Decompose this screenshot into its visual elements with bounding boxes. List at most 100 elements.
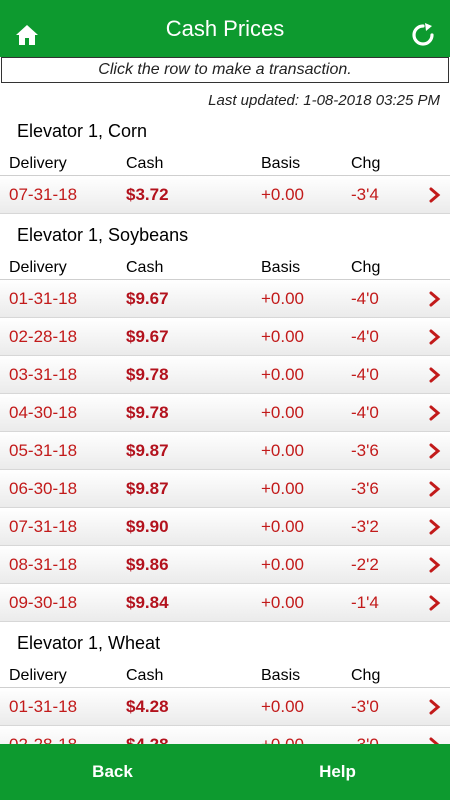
chevron-right-icon[interactable] (429, 291, 441, 307)
chevron-right-icon[interactable] (429, 405, 441, 421)
section-title: Elevator 1, Corn (17, 121, 148, 141)
home-icon[interactable] (14, 22, 40, 48)
cash-price: $9.90 (126, 516, 169, 536)
price-row[interactable]: 04-30-18 $9.78 +0.00 -4'0 (0, 394, 450, 432)
price-row[interactable]: 02-28-18 $4.28 +0.00 -3'0 (0, 726, 450, 744)
cash-price: $9.67 (126, 326, 169, 346)
delivery-date: 07-31-18 (9, 516, 78, 536)
basis-value: +0.00 (261, 440, 305, 460)
change-value: -3'6 (351, 478, 379, 498)
footer-bar: Back Help (0, 744, 450, 800)
basis-value: +0.00 (261, 592, 305, 612)
chevron-right-icon[interactable] (429, 187, 441, 203)
delivery-date: 09-30-18 (9, 592, 78, 612)
change-value: -4'0 (351, 326, 379, 346)
transaction-notice: Click the row to make a transaction. (1, 57, 449, 83)
chevron-right-icon[interactable] (429, 737, 441, 744)
basis-value: +0.00 (261, 516, 305, 536)
basis-value: +0.00 (261, 478, 305, 498)
price-row[interactable]: 01-31-18 $9.67 +0.00 -4'0 (0, 280, 450, 318)
cash-header: Cash (126, 155, 164, 172)
price-row[interactable]: 09-30-18 $9.84 +0.00 -1'4 (0, 584, 450, 622)
change-value: -4'0 (351, 288, 379, 308)
price-row[interactable]: 06-30-18 $9.87 +0.00 -3'6 (0, 470, 450, 508)
cash-price: $3.72 (126, 184, 169, 204)
basis-value: +0.00 (261, 364, 305, 384)
cash-price: $9.87 (126, 440, 169, 460)
section-title: Elevator 1, Wheat (17, 633, 161, 653)
price-row[interactable]: 03-31-18 $9.78 +0.00 -4'0 (0, 356, 450, 394)
price-row[interactable]: 07-31-18 $3.72 +0.00 -3'4 (0, 176, 450, 214)
price-row[interactable]: 05-31-18 $9.87 +0.00 -3'6 (0, 432, 450, 470)
cash-price: $9.87 (126, 478, 169, 498)
delivery-date: 02-28-18 (9, 734, 78, 745)
chevron-right-icon[interactable] (429, 443, 441, 459)
cash-price: $9.86 (126, 554, 169, 574)
delivery-date: 01-31-18 (9, 696, 78, 716)
basis-value: +0.00 (261, 184, 305, 204)
change-value: -3'0 (351, 734, 379, 745)
delivery-date: 07-31-18 (9, 184, 78, 204)
change-value: -3'2 (351, 516, 379, 536)
change-value: -3'6 (351, 440, 379, 460)
price-row[interactable]: 02-28-18 $9.67 +0.00 -4'0 (0, 318, 450, 356)
app-header: Cash Prices (0, 0, 450, 57)
cash-header: Cash (126, 259, 164, 276)
delivery-date: 04-30-18 (9, 402, 78, 422)
chevron-right-icon[interactable] (429, 595, 441, 611)
last-updated: Last updated: 1-08-2018 03:25 PM (208, 92, 440, 109)
column-header: Delivery Cash Basis Chg (0, 152, 450, 176)
column-header: Delivery Cash Basis Chg (0, 256, 450, 280)
basis-header: Basis (261, 155, 301, 172)
change-value: -3'4 (351, 184, 379, 204)
cash-price: $9.78 (126, 402, 169, 422)
chevron-right-icon[interactable] (429, 367, 441, 383)
basis-value: +0.00 (261, 326, 305, 346)
price-list[interactable]: Elevator 1, Corn Delivery Cash Basis Chg 07-3… (0, 110, 450, 744)
help-button[interactable]: Help (225, 744, 450, 800)
chevron-right-icon[interactable] (429, 557, 441, 573)
cash-price: $9.67 (126, 288, 169, 308)
back-button[interactable]: Back (0, 744, 225, 800)
change-value: -2'2 (351, 554, 379, 574)
page-title: Cash Prices (165, 15, 285, 41)
delivery-date: 03-31-18 (9, 364, 78, 384)
delivery-date: 08-31-18 (9, 554, 78, 574)
section-title: Elevator 1, Soybeans (17, 225, 189, 245)
column-header: Delivery Cash Basis Chg (0, 664, 450, 688)
change-value: -4'0 (351, 402, 379, 422)
basis-value: +0.00 (261, 288, 305, 308)
basis-value: +0.00 (261, 554, 305, 574)
cash-price: $9.84 (126, 592, 169, 612)
delivery-header: Delivery (9, 155, 67, 172)
delivery-date: 06-30-18 (9, 478, 78, 498)
basis-value: +0.00 (261, 734, 305, 745)
price-row[interactable]: 08-31-18 $9.86 +0.00 -2'2 (0, 546, 450, 584)
refresh-icon[interactable] (410, 22, 436, 48)
chevron-right-icon[interactable] (429, 699, 441, 715)
basis-value: +0.00 (261, 696, 305, 716)
basis-header: Basis (261, 259, 301, 276)
chg-header: Chg (351, 259, 381, 276)
price-row[interactable]: 01-31-18 $4.28 +0.00 -3'0 (0, 688, 450, 726)
basis-header: Basis (261, 667, 301, 684)
delivery-date: 05-31-18 (9, 440, 78, 460)
cash-price: $9.78 (126, 364, 169, 384)
price-row[interactable]: 07-31-18 $9.90 +0.00 -3'2 (0, 508, 450, 546)
chg-header: Chg (351, 155, 381, 172)
basis-value: +0.00 (261, 402, 305, 422)
delivery-date: 01-31-18 (9, 288, 78, 308)
cash-price: $4.28 (126, 734, 169, 745)
chevron-right-icon[interactable] (429, 519, 441, 535)
chevron-right-icon[interactable] (429, 481, 441, 497)
delivery-header: Delivery (9, 259, 67, 276)
change-value: -4'0 (351, 364, 379, 384)
change-value: -1'4 (351, 592, 379, 612)
chg-header: Chg (351, 667, 381, 684)
delivery-date: 02-28-18 (9, 326, 78, 346)
cash-price: $4.28 (126, 696, 169, 716)
delivery-header: Delivery (9, 667, 67, 684)
cash-header: Cash (126, 667, 164, 684)
change-value: -3'0 (351, 696, 379, 716)
chevron-right-icon[interactable] (429, 329, 441, 345)
